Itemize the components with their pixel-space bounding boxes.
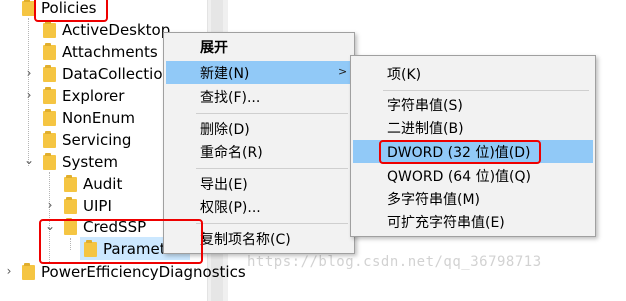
chevron-right-icon[interactable]: › (45, 198, 55, 212)
menu-item-label: 多字符串值(M) (387, 191, 481, 208)
annotation-box-credssp-parameters (39, 219, 203, 264)
watermark-text: https://blog.csdn.net/qq_36798713 (247, 254, 542, 270)
chevron-down-icon[interactable]: ⌄ (24, 153, 34, 167)
menu-separator (196, 168, 348, 169)
tree-item-label: NonEnum (62, 109, 136, 127)
menu-item-label: 项(K) (387, 66, 422, 83)
chevron-right-icon[interactable]: › (4, 264, 14, 278)
submenu-item-string-value[interactable]: 字符串值(S) (351, 93, 595, 116)
submenu-item-qword-value[interactable]: QWORD (64 位)值(Q) (351, 164, 595, 187)
tree-item-datacollection[interactable]: DataCollection (43, 63, 172, 85)
folder-icon (64, 174, 77, 192)
submenu-arrow-icon: > (338, 65, 348, 78)
menu-item-delete[interactable]: 删除(D) (164, 117, 354, 140)
tree-item-attachments[interactable]: Attachments (43, 41, 158, 63)
folder-icon (43, 130, 56, 148)
tree-item-label: UIPI (83, 197, 112, 215)
menu-item-label: QWORD (64 位)值(Q) (387, 168, 531, 185)
menu-item-label: 字符串值(S) (387, 97, 463, 114)
tree-item-label: PowerEfficiencyDiagnostics (41, 263, 246, 281)
folder-icon (43, 64, 56, 82)
tree-item-label: DataCollection (62, 65, 173, 83)
submenu-item-key[interactable]: 项(K) (351, 62, 595, 85)
tree-item-powerefficiencydiagnostics[interactable]: PowerEfficiencyDiagnostics (22, 261, 246, 283)
menu-item-label: 复制项名称(C) (200, 231, 291, 248)
menu-item-label: 可扩充字符串值(E) (387, 214, 505, 231)
menu-item-label: 删除(D) (200, 121, 250, 138)
tree-item-explorer[interactable]: Explorer (43, 85, 124, 107)
tree-item-label: Servicing (62, 131, 132, 149)
menu-item-label: 导出(E) (200, 176, 248, 193)
tree-item-system[interactable]: System (43, 151, 118, 173)
menu-item-label: 二进制值(B) (387, 120, 464, 137)
folder-icon (43, 20, 56, 38)
menu-item-label: 新建(N) (200, 65, 250, 82)
tree-item-label: Attachments (62, 43, 158, 61)
folder-icon (64, 196, 77, 214)
chevron-right-icon[interactable]: › (24, 88, 34, 102)
annotation-box-policies (34, 0, 108, 22)
chevron-right-icon[interactable]: › (24, 66, 34, 80)
menu-item-export[interactable]: 导出(E) (164, 172, 354, 195)
menu-item-rename[interactable]: 重命名(R) (164, 140, 354, 163)
tree-item-uipi[interactable]: UIPI (64, 195, 112, 217)
menu-item-find[interactable]: 查找(F)... (164, 85, 354, 108)
menu-item-label: 权限(P)... (200, 199, 261, 216)
tree-item-audit[interactable]: Audit (64, 173, 122, 195)
tree-item-label: ActiveDesktop (62, 21, 171, 39)
menu-separator (196, 113, 348, 114)
tree-item-servicing[interactable]: Servicing (43, 129, 131, 151)
folder-icon (43, 108, 56, 126)
annotation-box-dword (379, 140, 541, 164)
submenu-item-binary-value[interactable]: 二进制值(B) (351, 116, 595, 139)
menu-item-label: 查找(F)... (200, 89, 261, 106)
menu-item-expand[interactable]: 展开 (164, 35, 354, 58)
menu-separator (196, 223, 348, 224)
menu-item-permissions[interactable]: 权限(P)... (164, 195, 354, 218)
tree-item-label: Explorer (62, 87, 125, 105)
folder-icon (43, 152, 56, 170)
folder-icon (43, 86, 56, 104)
tree-item-label: System (62, 153, 118, 171)
menu-separator (383, 90, 589, 91)
menu-item-label: 展开 (200, 39, 228, 56)
folder-icon (43, 42, 56, 60)
menu-item-label: 重命名(R) (200, 144, 263, 161)
tree-item-nonenum[interactable]: NonEnum (43, 107, 135, 129)
tree-item-label: Audit (83, 175, 123, 193)
tree-item-activedesktop[interactable]: ActiveDesktop (43, 19, 170, 41)
submenu-item-multi-string-value[interactable]: 多字符串值(M) (351, 187, 595, 210)
menu-item-new[interactable]: 新建(N) > (166, 61, 352, 84)
folder-icon (22, 262, 35, 280)
submenu-item-expandable-string-value[interactable]: 可扩充字符串值(E) (351, 210, 595, 233)
